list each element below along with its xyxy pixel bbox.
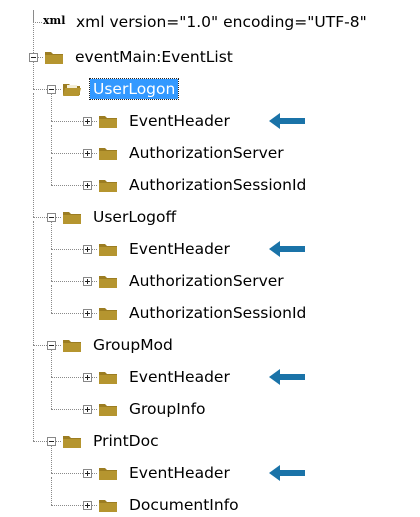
folder-icon [98, 305, 118, 321]
collapse-toggle[interactable] [47, 437, 56, 446]
tree-node-printdoc[interactable]: PrintDoc [90, 431, 162, 451]
expand-toggle[interactable] [83, 309, 92, 318]
tree-guide [56, 441, 61, 442]
expand-toggle[interactable] [83, 181, 92, 190]
collapse-toggle[interactable] [47, 213, 56, 222]
tree-guide [51, 93, 52, 121]
tree-guide [51, 281, 83, 282]
tree-node-userlogon[interactable]: UserLogon [88, 78, 180, 100]
tree-guide [56, 345, 61, 346]
expand-toggle[interactable] [83, 277, 92, 286]
folder-icon [98, 113, 118, 129]
tree-guide [92, 281, 97, 282]
collapse-toggle[interactable] [47, 341, 56, 350]
folder-icon [62, 433, 82, 449]
tree-guide [92, 377, 97, 378]
tree-node-authorizationsessionid[interactable]: AuthorizationSessionId [126, 303, 309, 323]
folder-icon [62, 337, 82, 353]
tree-node-eventheader[interactable]: EventHeader [126, 367, 233, 387]
tree-guide [56, 217, 61, 218]
tree-guide [51, 445, 52, 473]
folder-icon [98, 145, 118, 161]
tree-guide [51, 409, 83, 410]
tree-guide [92, 153, 97, 154]
tree-guide [33, 61, 34, 89]
xml-declaration-icon: xml [43, 14, 66, 27]
tree-guide [51, 381, 52, 409]
expand-toggle[interactable] [83, 245, 92, 254]
tree-guide [33, 441, 47, 442]
folder-icon [98, 497, 118, 513]
tree-guide [56, 89, 61, 90]
tree-guide [33, 10, 34, 53]
tree-guide [51, 505, 83, 506]
expand-toggle[interactable] [83, 469, 92, 478]
tree-guide [92, 121, 97, 122]
tree-node-authorizationserver[interactable]: AuthorizationServer [126, 143, 287, 163]
tree-node-root[interactable]: eventMain:EventList [72, 47, 236, 67]
tree-guide [33, 349, 34, 441]
tree-guide [51, 185, 83, 186]
tree-node-authorizationsessionid[interactable]: AuthorizationSessionId [126, 175, 309, 195]
folder-icon [62, 209, 82, 225]
expand-toggle[interactable] [83, 501, 92, 510]
tree-node-groupmod[interactable]: GroupMod [90, 335, 176, 355]
tree-node-authorizationserver[interactable]: AuthorizationServer [126, 271, 287, 291]
tree-guide [92, 185, 97, 186]
tree-guide [33, 93, 34, 217]
xml-tree-view[interactable]: xml xml version="1.0" encoding="UTF-8" e… [0, 0, 420, 514]
folder-icon [98, 401, 118, 417]
expand-toggle[interactable] [83, 373, 92, 382]
tree-guide [92, 313, 97, 314]
tree-guide [51, 121, 83, 122]
tree-guide [51, 125, 52, 153]
tree-guide [51, 477, 52, 505]
tree-node-eventheader[interactable]: EventHeader [126, 239, 233, 259]
tree-node-groupinfo[interactable]: GroupInfo [126, 399, 209, 419]
tree-node-eventheader[interactable]: EventHeader [126, 463, 233, 483]
tree-node-documentinfo[interactable]: DocumentInfo [126, 495, 242, 515]
folder-icon [98, 465, 118, 481]
tree-node-userlogoff[interactable]: UserLogoff [90, 207, 179, 227]
folder-icon [98, 273, 118, 289]
pointer-arrow-icon [268, 112, 306, 130]
collapse-toggle[interactable] [47, 85, 56, 94]
tree-guide [51, 253, 52, 281]
pointer-arrow-icon [268, 368, 306, 386]
tree-guide [38, 57, 43, 58]
tree-guide [51, 377, 83, 378]
collapse-toggle[interactable] [29, 53, 38, 62]
expand-toggle[interactable] [83, 149, 92, 158]
open-folder-icon [62, 81, 82, 97]
tree-guide [33, 217, 47, 218]
expand-toggle[interactable] [83, 405, 92, 414]
tree-node-eventheader[interactable]: EventHeader [126, 111, 233, 131]
tree-guide [51, 153, 83, 154]
tree-guide [33, 22, 42, 23]
tree-guide [33, 345, 47, 346]
tree-guide [51, 249, 83, 250]
folder-icon [44, 49, 64, 65]
tree-guide [51, 157, 52, 185]
xml-declaration-label: xml version="1.0" encoding="UTF-8" [76, 13, 367, 31]
tree-guide [92, 505, 97, 506]
pointer-arrow-icon [268, 240, 306, 258]
pointer-arrow-icon [268, 464, 306, 482]
folder-icon [98, 369, 118, 385]
tree-guide [51, 313, 83, 314]
tree-guide [51, 473, 83, 474]
tree-guide [33, 10, 34, 22]
tree-guide [92, 409, 97, 410]
expand-toggle[interactable] [83, 117, 92, 126]
tree-guide [33, 221, 34, 345]
tree-guide [92, 249, 97, 250]
tree-guide [51, 285, 52, 313]
folder-icon [98, 177, 118, 193]
folder-icon [98, 241, 118, 257]
tree-guide [51, 349, 52, 377]
tree-guide [33, 89, 47, 90]
tree-guide [92, 473, 97, 474]
tree-guide [51, 221, 52, 249]
